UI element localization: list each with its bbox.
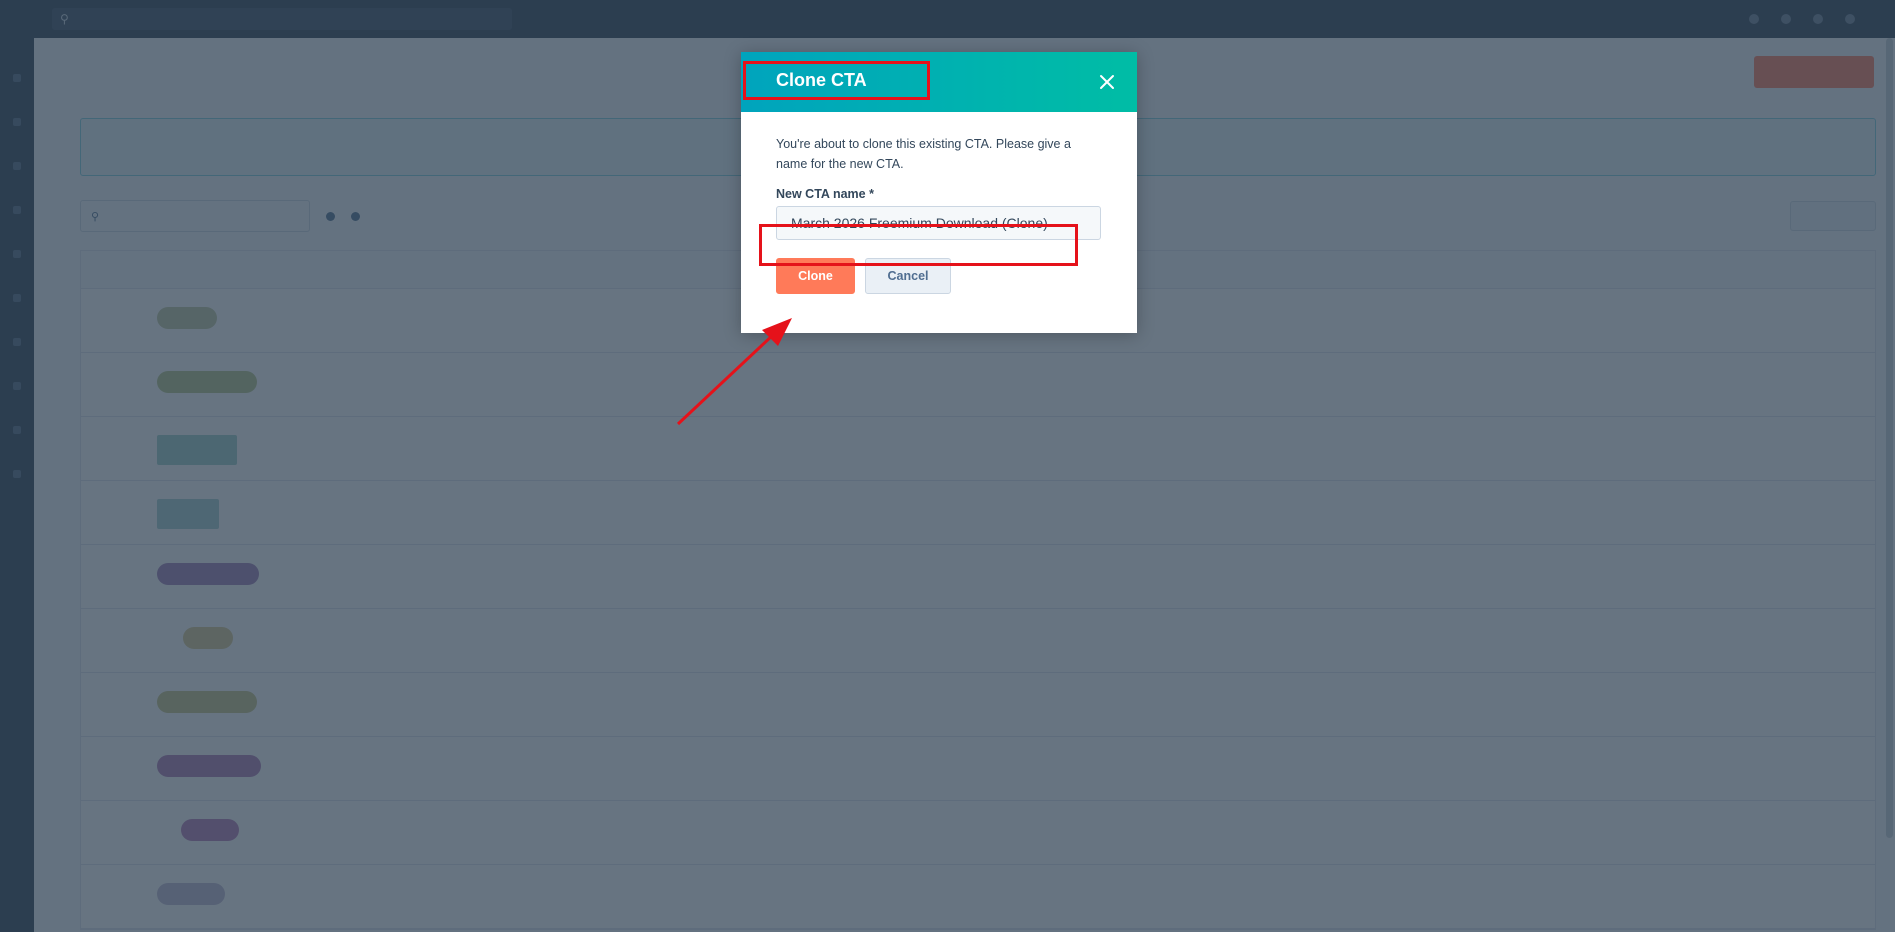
clone-cta-dialog: Clone CTA You're about to clone this exi… (741, 52, 1137, 333)
dialog-header: Clone CTA (741, 52, 1137, 112)
close-button[interactable] (1097, 72, 1117, 92)
cta-name-input[interactable] (776, 206, 1101, 240)
close-icon (1100, 75, 1114, 89)
dialog-actions: Clone Cancel (776, 258, 1102, 294)
dialog-body: You're about to clone this existing CTA.… (741, 112, 1137, 294)
cta-name-label: New CTA name * (776, 187, 874, 201)
title-highlight-annotation (743, 61, 930, 100)
cancel-button[interactable]: Cancel (865, 258, 951, 294)
dialog-message: You're about to clone this existing CTA.… (776, 137, 1071, 171)
clone-button[interactable]: Clone (776, 258, 855, 294)
